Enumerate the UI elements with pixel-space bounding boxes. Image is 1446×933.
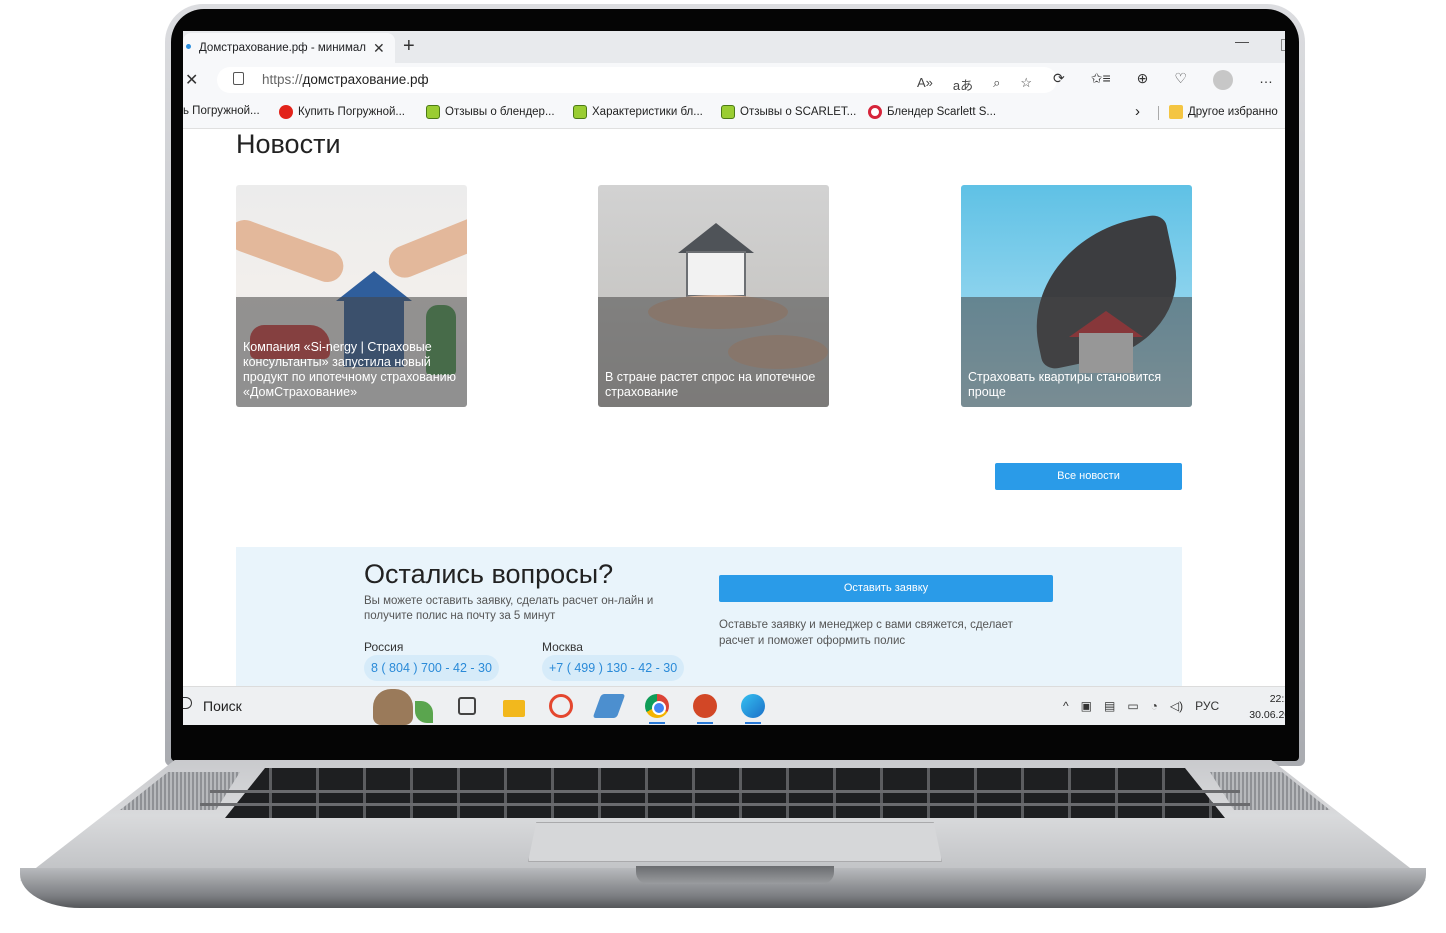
taskbar-clock[interactable]: 22:27 30.06.202 bbox=[1236, 691, 1285, 723]
phone-link[interactable]: +7 ( 499 ) 130 - 42 - 30 bbox=[542, 655, 685, 681]
snipping-tool-icon[interactable] bbox=[549, 694, 573, 718]
phone-link[interactable]: 8 ( 804 ) 700 - 42 - 30 bbox=[364, 655, 499, 681]
edge-icon[interactable] bbox=[741, 694, 765, 724]
laptop-mockup: Домстрахование.рф - минимал ✕ + — ✕ http… bbox=[0, 0, 1446, 933]
region-label: Россия bbox=[364, 640, 404, 654]
back-icon[interactable]: ✕ bbox=[185, 70, 198, 90]
favorite-star-icon[interactable]: ☆ bbox=[1020, 75, 1032, 94]
close-tab-icon[interactable]: ✕ bbox=[373, 33, 385, 63]
browser-address-bar: ✕ https://домстрахование.рф A» aあ ⌕ ☆ ⟳ … bbox=[183, 63, 1285, 97]
minimize-icon[interactable]: — bbox=[1235, 33, 1249, 49]
bookmark-favicon-icon bbox=[573, 105, 587, 119]
taskbar-apps bbox=[455, 694, 765, 724]
url-field[interactable]: https://домстрахование.рф A» aあ ⌕ ☆ bbox=[217, 67, 1057, 93]
volume-icon[interactable]: ◁) bbox=[1170, 699, 1183, 713]
news-caption: Компания «Si-nergy | Страховые консульта… bbox=[243, 340, 456, 399]
tray-app-icon[interactable]: ▤ bbox=[1104, 699, 1115, 713]
maximize-icon[interactable] bbox=[1281, 39, 1285, 51]
bookmark-favicon-icon bbox=[426, 105, 440, 119]
web-page: Новости Компания «Si-nergy | Страховые к… bbox=[183, 129, 1285, 686]
leave-request-button[interactable]: Оставить заявку bbox=[719, 575, 1053, 602]
bookmark-item[interactable]: Характеристики бл... bbox=[573, 105, 703, 119]
file-explorer-icon[interactable] bbox=[503, 700, 525, 717]
questions-heading: Остались вопросы? bbox=[364, 559, 614, 589]
news-caption: Страховать квартиры становится проще bbox=[968, 370, 1162, 399]
chrome-icon[interactable] bbox=[645, 694, 669, 724]
bookmark-item[interactable]: Отзывы о блендер... bbox=[426, 105, 555, 119]
clock-date: 30.06.202 bbox=[1249, 709, 1285, 721]
news-card[interactable]: В стране растет спрос на ипотечное страх… bbox=[598, 185, 829, 407]
news-card[interactable]: Страховать квартиры становится проще bbox=[961, 185, 1192, 407]
system-tray: ^ ▣ ▤ ▭ ◔ ◁) РУС bbox=[1063, 699, 1219, 713]
show-hidden-icons-chevron-icon[interactable]: ^ bbox=[1063, 699, 1069, 713]
widgets-leaf-icon bbox=[415, 701, 433, 723]
keyboard-row-divider bbox=[200, 803, 1250, 806]
keyboard bbox=[225, 768, 1225, 818]
extensions-icon[interactable]: ⟳ bbox=[1053, 70, 1065, 90]
news-heading: Новости bbox=[236, 129, 341, 159]
task-view-icon[interactable] bbox=[458, 697, 476, 715]
translate-icon[interactable]: aあ bbox=[953, 75, 973, 94]
questions-section: Остались вопросы? Вы можете оставить зая… bbox=[236, 547, 1182, 686]
trackpad bbox=[528, 822, 942, 862]
bookmark-item[interactable]: Блендер Scarlett S... bbox=[868, 105, 996, 119]
collections-icon[interactable]: ⊕ bbox=[1137, 70, 1149, 90]
folder-icon bbox=[1169, 105, 1183, 119]
performance-icon[interactable]: ♡ bbox=[1174, 70, 1187, 90]
bookmark-item[interactable]: Отзывы о SCARLET... bbox=[721, 105, 856, 119]
read-aloud-icon[interactable]: A» bbox=[917, 75, 933, 94]
tab-title: Домстрахование.рф - минимал bbox=[199, 42, 366, 54]
language-indicator[interactable]: РУС bbox=[1195, 699, 1219, 713]
bookmark-item[interactable]: ь Погружной... bbox=[183, 105, 260, 117]
bookmark-item[interactable]: Купить Погружной... bbox=[279, 105, 405, 119]
bookmarks-divider bbox=[1158, 106, 1159, 120]
page-info-icon[interactable] bbox=[233, 72, 244, 85]
windows-taskbar: Поиск ^ ▣ ▤ ▭ ◔ ◁) РУС 22: 30.06.2 bbox=[183, 686, 1285, 725]
news-caption: В стране растет спрос на ипотечное страх… bbox=[605, 370, 816, 399]
powerpoint-icon[interactable] bbox=[693, 694, 717, 724]
toolbar-icons: ⟳ ✩≡ ⊕ ♡ … bbox=[1053, 70, 1273, 90]
new-tab-icon[interactable]: + bbox=[403, 34, 415, 58]
bookmark-favicon-icon bbox=[868, 105, 882, 119]
all-news-button[interactable]: Все новости bbox=[995, 463, 1182, 490]
search-icon[interactable] bbox=[183, 697, 192, 709]
more-bookmarks-chevron-icon[interactable]: › bbox=[1135, 103, 1140, 120]
favicon-icon bbox=[186, 44, 191, 49]
region-label: Москва bbox=[542, 640, 583, 654]
browser-tab[interactable]: Домстрахование.рф - минимал ✕ bbox=[183, 33, 395, 63]
other-favorites-folder[interactable]: Другое избранно bbox=[1169, 105, 1278, 119]
wifi-icon[interactable]: ◔ bbox=[1151, 699, 1158, 713]
bookmarks-bar: ь Погружной... Купить Погружной... Отзыв… bbox=[183, 97, 1285, 129]
zoom-icon[interactable]: ⌕ bbox=[993, 75, 1000, 94]
keyboard-row-divider bbox=[210, 790, 1240, 793]
bookmark-favicon-icon bbox=[279, 105, 293, 119]
profile-avatar-icon[interactable] bbox=[1212, 70, 1233, 90]
address-actions: A» aあ ⌕ ☆ bbox=[917, 75, 1032, 94]
news-card[interactable]: Компания «Si-nergy | Страховые консульта… bbox=[236, 185, 467, 407]
tray-app-icon[interactable]: ▣ bbox=[1081, 699, 1092, 713]
widgets-icon[interactable] bbox=[373, 689, 413, 725]
clock-time: 22:27 bbox=[1269, 693, 1285, 705]
url-text: https://домстрахование.рф bbox=[262, 72, 429, 87]
more-icon[interactable]: … bbox=[1259, 70, 1273, 90]
bookmark-favicon-icon bbox=[721, 105, 735, 119]
favorites-icon[interactable]: ✩≡ bbox=[1091, 70, 1111, 90]
browser-tabstrip: Домстрахование.рф - минимал ✕ + — bbox=[183, 31, 1285, 63]
screen: Домстрахование.рф - минимал ✕ + — ✕ http… bbox=[183, 31, 1285, 725]
questions-subtitle: Вы можете оставить заявку, сделать расче… bbox=[364, 595, 654, 622]
notes-app-icon[interactable] bbox=[592, 694, 626, 718]
request-note: Оставьте заявку и менеджер с вами свяжет… bbox=[719, 619, 1013, 647]
lid-notch bbox=[636, 866, 834, 884]
taskbar-search[interactable]: Поиск bbox=[203, 698, 242, 714]
battery-icon[interactable]: ▭ bbox=[1127, 699, 1138, 713]
